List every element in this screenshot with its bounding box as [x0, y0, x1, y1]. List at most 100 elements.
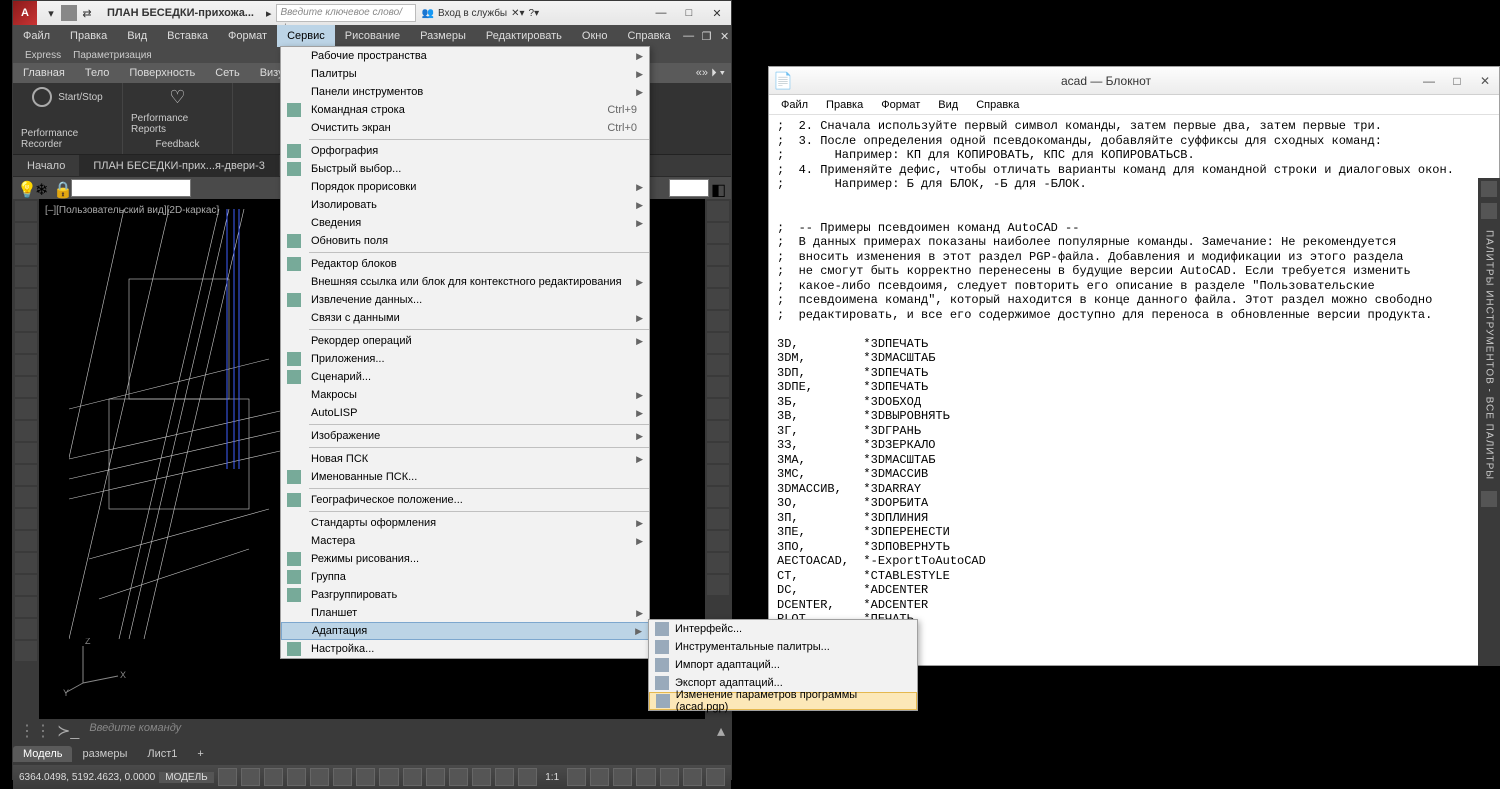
tool-button[interactable] [707, 553, 729, 573]
status-button[interactable] [241, 768, 260, 786]
menu-item[interactable]: Очистить экранCtrl+0 [281, 119, 649, 137]
layout-tab-model[interactable]: Модель [13, 746, 72, 762]
status-button[interactable] [356, 768, 375, 786]
menu-parametric[interactable]: Параметризация [73, 50, 152, 61]
status-button[interactable] [706, 768, 725, 786]
model-button[interactable]: МОДЕЛЬ [159, 772, 213, 783]
status-button[interactable] [660, 768, 679, 786]
tool-button[interactable] [15, 223, 37, 243]
tool-icon[interactable]: 💡 [17, 180, 33, 196]
submenu-item[interactable]: Интерфейс... [649, 620, 917, 638]
status-button[interactable] [333, 768, 352, 786]
tool-button[interactable] [707, 487, 729, 507]
tool-button[interactable] [15, 597, 37, 617]
tool-button[interactable] [15, 421, 37, 441]
menu-item[interactable]: Макросы▶ [281, 386, 649, 404]
status-button[interactable] [287, 768, 306, 786]
tool-palettes-collapsed[interactable]: ПАЛИТРЫ ИНСТРУМЕНТОВ - ВСЕ ПАЛИТРЫ [1478, 178, 1500, 666]
palette-button[interactable] [1481, 181, 1497, 197]
submenu-item[interactable]: Импорт адаптаций... [649, 656, 917, 674]
menu-item[interactable]: Географическое положение... [281, 491, 649, 509]
mdi-minimize[interactable]: — [681, 30, 697, 43]
notepad-textarea[interactable]: ; 2. Сначала используйте первый символ к… [769, 115, 1499, 663]
menu-item[interactable]: Планшет▶ [281, 604, 649, 622]
layout-tab-sheet1[interactable]: Лист1 [137, 746, 187, 762]
layer-dropdown-2[interactable] [669, 179, 709, 197]
menu-item[interactable]: Обновить поля [281, 232, 649, 250]
layout-tab-dims[interactable]: размеры [72, 746, 137, 762]
tool-button[interactable] [15, 377, 37, 397]
menu-item[interactable]: Сценарий... [281, 368, 649, 386]
menu-item[interactable]: Панели инструментов▶ [281, 83, 649, 101]
menu-item[interactable]: AutoLISP▶ [281, 404, 649, 422]
tool-button[interactable] [707, 289, 729, 309]
menu-item[interactable]: Группа [281, 568, 649, 586]
menu-item[interactable]: Приложения... [281, 350, 649, 368]
status-button[interactable] [426, 768, 445, 786]
menu-item[interactable]: Изолировать▶ [281, 196, 649, 214]
palette-button[interactable] [1481, 491, 1497, 507]
status-button[interactable] [683, 768, 702, 786]
ribbon-tab-home[interactable]: Главная [13, 67, 75, 79]
tool-button[interactable] [707, 355, 729, 375]
status-button[interactable] [590, 768, 609, 786]
cmd-prompt-icon[interactable]: ≻_ [57, 721, 79, 741]
user-icon[interactable]: 👥 [422, 8, 434, 19]
menu-view[interactable]: Вид [117, 25, 157, 47]
start-stop-button[interactable]: Start/Stop [32, 87, 102, 107]
tool-button[interactable] [707, 267, 729, 287]
menu-item[interactable]: Редактор блоков [281, 255, 649, 273]
menu-insert[interactable]: Вставка [157, 25, 218, 47]
tool-button[interactable] [707, 443, 729, 463]
np-menu-view[interactable]: Вид [930, 97, 966, 113]
status-button[interactable] [636, 768, 655, 786]
tool-button[interactable] [707, 399, 729, 419]
layout-tab-add[interactable]: + [187, 746, 213, 762]
tool-button[interactable] [707, 333, 729, 353]
command-input[interactable]: Введите команду [85, 722, 711, 740]
tool-button[interactable] [707, 245, 729, 265]
doc-tab-start[interactable]: Начало [13, 155, 79, 176]
menu-item[interactable]: Именованные ПСК... [281, 468, 649, 486]
cmd-handle[interactable]: ⋮⋮ [19, 721, 51, 741]
menu-item[interactable]: Связи с данными▶ [281, 309, 649, 327]
tool-button[interactable] [15, 641, 37, 661]
tool-button[interactable] [15, 465, 37, 485]
menu-item[interactable]: Палитры▶ [281, 65, 649, 83]
status-button[interactable] [310, 768, 329, 786]
tool-button[interactable] [15, 619, 37, 639]
ribbon-controls[interactable]: «» ⏵ ▾ [686, 67, 731, 80]
title-dropdown[interactable]: ▸ [262, 7, 276, 20]
menu-help[interactable]: Справка [617, 25, 680, 47]
menu-edit[interactable]: Правка [60, 25, 117, 47]
np-minimize-button[interactable]: — [1415, 70, 1443, 92]
menu-item[interactable]: Командная строкаCtrl+9 [281, 101, 649, 119]
tool-icon[interactable]: ◧ [711, 180, 727, 196]
status-button[interactable] [403, 768, 422, 786]
tool-icon[interactable]: 🔒 [53, 180, 69, 196]
menu-modify[interactable]: Редактировать [476, 25, 572, 47]
ribbon-tab-surface[interactable]: Поверхность [119, 67, 205, 79]
tool-button[interactable] [15, 333, 37, 353]
submenu-item[interactable]: Инструментальные палитры... [649, 638, 917, 656]
menu-format[interactable]: Формат [218, 25, 277, 47]
perf-reports-button[interactable]: ♡ [169, 87, 185, 108]
login-link[interactable]: Вход в службы [438, 8, 507, 19]
np-menu-edr[interactable]: Правка [818, 97, 871, 113]
menu-window[interactable]: Окно [572, 25, 618, 47]
menu-item[interactable]: Порядок прорисовки▶ [281, 178, 649, 196]
tool-button[interactable] [707, 311, 729, 331]
np-menu-file[interactable]: Файл [773, 97, 816, 113]
menu-item[interactable]: Изображение▶ [281, 427, 649, 445]
app-logo[interactable]: A [13, 1, 37, 25]
status-button[interactable] [495, 768, 514, 786]
tool-button[interactable] [15, 245, 37, 265]
status-button[interactable] [264, 768, 283, 786]
status-button[interactable] [449, 768, 468, 786]
status-button[interactable] [472, 768, 491, 786]
np-menu-format[interactable]: Формат [873, 97, 928, 113]
np-maximize-button[interactable]: □ [1443, 70, 1471, 92]
scale-display[interactable]: 1:1 [541, 772, 563, 783]
menu-file[interactable]: Файл [13, 25, 60, 47]
search-input[interactable]: Введите ключевое слово/фразу [276, 4, 416, 22]
